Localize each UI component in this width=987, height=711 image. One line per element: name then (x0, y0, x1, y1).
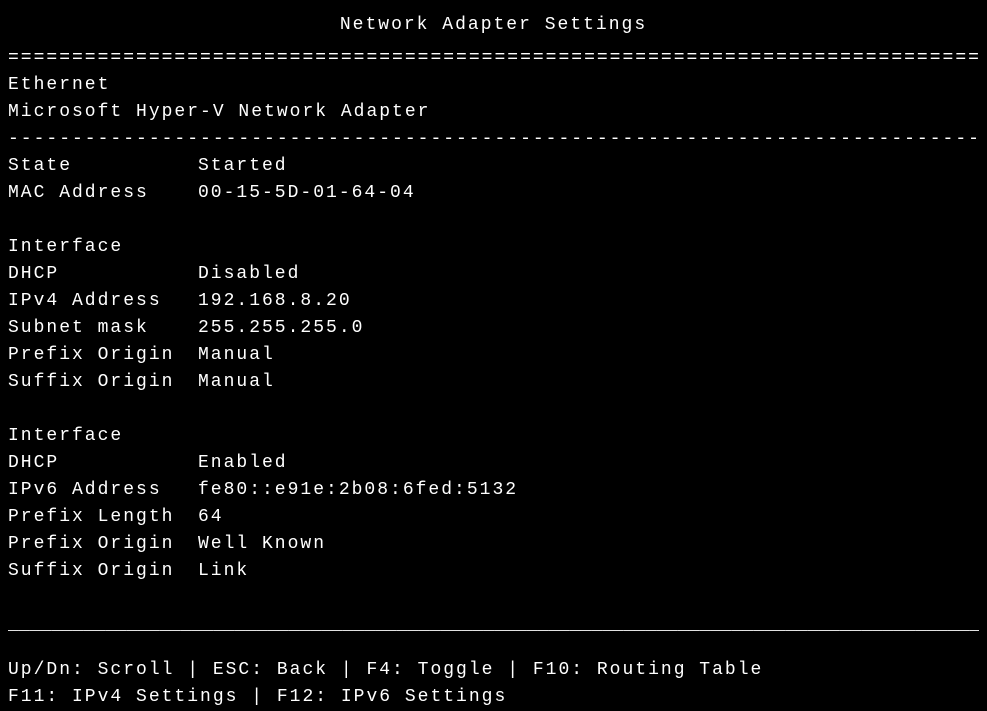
ipv6-address-value: fe80::e91e:2b08:6fed:5132 (198, 477, 979, 504)
spacer (8, 585, 979, 612)
state-row: State Started (8, 153, 979, 180)
interface-row: IPv4 Address 192.168.8.20 (8, 288, 979, 315)
spacer (8, 396, 979, 423)
subnet-mask-value: 255.255.255.0 (198, 315, 979, 342)
interface-row: IPv6 Address fe80::e91e:2b08:6fed:5132 (8, 477, 979, 504)
interface-row: Suffix Origin Link (8, 558, 979, 585)
dhcp-label: DHCP (8, 450, 198, 477)
suffix-origin-label: Suffix Origin (8, 558, 198, 585)
interface-row: Subnet mask 255.255.255.0 (8, 315, 979, 342)
spacer (8, 207, 979, 234)
suffix-origin-label: Suffix Origin (8, 369, 198, 396)
interface-row: Suffix Origin Manual (8, 369, 979, 396)
prefix-origin-value: Well Known (198, 531, 979, 558)
ipv4-address-value: 192.168.8.20 (198, 288, 979, 315)
footer-line-2: F11: IPv4 Settings | F12: IPv6 Settings (8, 684, 979, 711)
prefix-length-value: 64 (198, 504, 979, 531)
interface-row: Prefix Origin Well Known (8, 531, 979, 558)
subnet-mask-label: Subnet mask (8, 315, 198, 342)
dhcp-value: Disabled (198, 261, 979, 288)
mac-row: MAC Address 00-15-5D-01-64-04 (8, 180, 979, 207)
adapter-name: Ethernet (8, 72, 979, 99)
interface-row: Prefix Length 64 (8, 504, 979, 531)
prefix-origin-label: Prefix Origin (8, 531, 198, 558)
interface-heading-1: Interface (8, 423, 979, 450)
prefix-length-label: Prefix Length (8, 504, 198, 531)
adapter-description: Microsoft Hyper-V Network Adapter (8, 99, 979, 126)
mac-value: 00-15-5D-01-64-04 (198, 180, 979, 207)
state-value: Started (198, 153, 979, 180)
divider-adapter: ----------------------------------------… (8, 126, 979, 153)
interface-row: DHCP Enabled (8, 450, 979, 477)
suffix-origin-value: Manual (198, 369, 979, 396)
dhcp-value: Enabled (198, 450, 979, 477)
spacer (8, 639, 979, 653)
ipv4-address-label: IPv4 Address (8, 288, 198, 315)
suffix-origin-value: Link (198, 558, 979, 585)
state-label: State (8, 153, 198, 180)
prefix-origin-label: Prefix Origin (8, 342, 198, 369)
interface-heading-0: Interface (8, 234, 979, 261)
ipv6-address-label: IPv6 Address (8, 477, 198, 504)
divider-bottom: ________________________________________… (8, 612, 979, 639)
interface-row: DHCP Disabled (8, 261, 979, 288)
footer-help: Up/Dn: Scroll | ESC: Back | F4: Toggle |… (8, 657, 979, 711)
divider-top: ========================================… (8, 45, 979, 72)
prefix-origin-value: Manual (198, 342, 979, 369)
mac-label: MAC Address (8, 180, 198, 207)
interface-row: Prefix Origin Manual (8, 342, 979, 369)
footer-line-1: Up/Dn: Scroll | ESC: Back | F4: Toggle |… (8, 657, 979, 684)
page-title: Network Adapter Settings (8, 12, 979, 39)
dhcp-label: DHCP (8, 261, 198, 288)
